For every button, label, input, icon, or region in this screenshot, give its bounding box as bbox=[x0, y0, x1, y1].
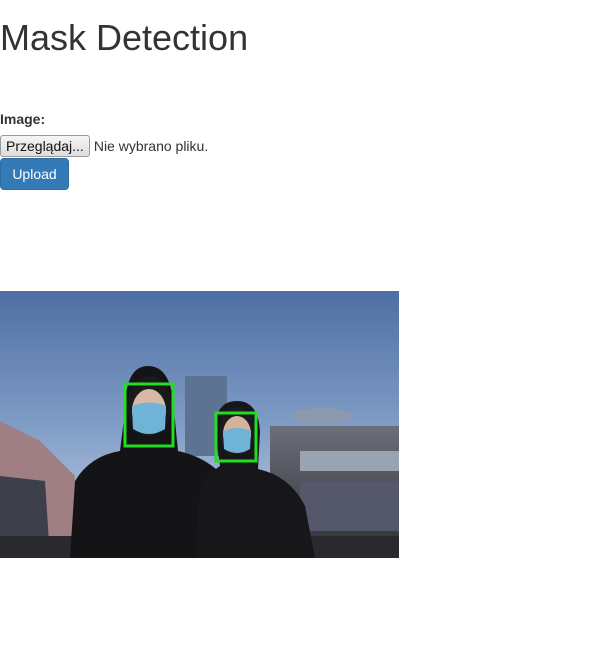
page-title: Mask Detection bbox=[0, 17, 249, 58]
file-input[interactable]: Przeglądaj... Nie wybrano pliku. bbox=[0, 135, 208, 157]
page: Mask Detection Image: Przeglądaj... Nie … bbox=[0, 0, 600, 650]
upload-button[interactable]: Upload bbox=[0, 158, 69, 190]
image-field-label: Image: bbox=[0, 111, 46, 127]
browse-button[interactable]: Przeglądaj... bbox=[0, 135, 90, 157]
file-status-text: Nie wybrano pliku. bbox=[93, 138, 209, 154]
result-image bbox=[0, 291, 399, 558]
detection-photo bbox=[0, 291, 399, 558]
